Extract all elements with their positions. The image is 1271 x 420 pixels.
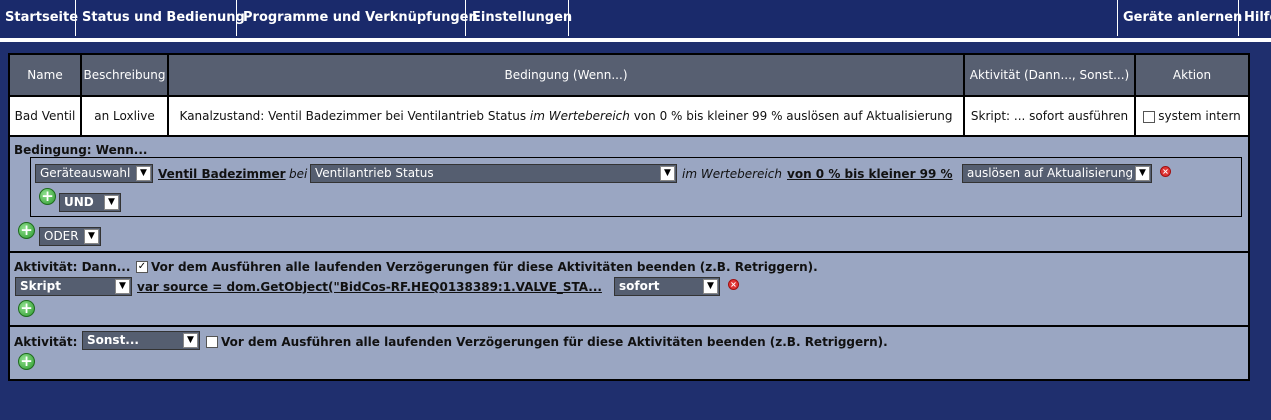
else-retrigger-checkbox[interactable] xyxy=(206,336,218,348)
header-activity: Aktivität (Dann..., Sonst...) xyxy=(965,55,1136,95)
at-text: bei xyxy=(289,167,308,181)
nav-einstellungen[interactable]: Einstellungen xyxy=(467,0,572,36)
nav-startseite[interactable]: Startseite xyxy=(0,0,78,36)
condition-summary-part2: von 0 % bis kleiner 99 % auslösen auf Ak… xyxy=(629,109,953,123)
chevron-down-icon: ▼ xyxy=(660,166,675,181)
then-type-select[interactable]: Skript ▼ xyxy=(15,277,132,296)
nav-programme[interactable]: Programme und Verknüpfungen xyxy=(238,0,478,36)
program-condition-summary: Kanalzustand: Ventil Badezimmer bei Vent… xyxy=(169,97,965,135)
divider xyxy=(10,251,1248,253)
then-retrigger-label: Vor dem Ausführen alle laufenden Verzöge… xyxy=(151,260,818,274)
divider xyxy=(10,325,1248,327)
nav-hilfe[interactable]: Hilfe xyxy=(1238,0,1271,36)
divider xyxy=(10,135,1248,137)
script-link[interactable]: var source = dom.GetObject("BidCos-RF.HE… xyxy=(137,280,602,294)
then-title: Aktivität: Dann... xyxy=(14,260,131,274)
remove-condition-icon[interactable]: × xyxy=(1160,166,1171,177)
program-description[interactable]: an Loxlive xyxy=(82,97,169,135)
program-editor: Name Beschreibung Bedingung (Wenn...) Ak… xyxy=(8,53,1250,381)
condition-title: Bedingung: Wenn... xyxy=(14,143,148,157)
else-retrigger-label: Vor dem Ausführen alle laufenden Verzöge… xyxy=(221,335,888,349)
add-and-condition-icon[interactable]: + xyxy=(39,188,56,205)
range-link[interactable]: von 0 % bis kleiner 99 % xyxy=(787,167,953,181)
chevron-down-icon: ▼ xyxy=(84,229,99,244)
header-name: Name xyxy=(10,55,82,95)
else-title: Aktivität: xyxy=(14,335,78,349)
nav-geraete-anlernen[interactable]: Geräte anlernen xyxy=(1117,0,1242,36)
chevron-down-icon: ▼ xyxy=(104,195,119,210)
add-then-activity-icon[interactable]: + xyxy=(18,300,35,317)
add-or-condition-icon[interactable]: + xyxy=(18,222,35,239)
chevron-down-icon: ▼ xyxy=(115,279,130,294)
nav-status-und-bedienung[interactable]: Status und Bedienung xyxy=(77,0,245,36)
condition-summary-part1: Kanalzustand: Ventil Badezimmer bei Vent… xyxy=(179,109,530,123)
and-select[interactable]: UND ▼ xyxy=(59,193,121,212)
program-activity-summary: Skript: ... sofort ausführen xyxy=(965,97,1136,135)
range-text: im Wertebereich xyxy=(682,167,782,181)
chevron-down-icon: ▼ xyxy=(1135,166,1150,181)
parameter-select[interactable]: Ventilantrieb Status ▼ xyxy=(310,164,677,183)
or-select[interactable]: ODER ▼ xyxy=(39,227,101,246)
chevron-down-icon: ▼ xyxy=(136,166,151,181)
program-action: system intern xyxy=(1136,97,1248,135)
add-else-activity-icon[interactable]: + xyxy=(18,353,35,370)
nav-divider xyxy=(0,38,1271,42)
trigger-select[interactable]: auslösen auf Aktualisierung ▼ xyxy=(962,164,1152,183)
top-nav: Startseite Status und Bedienung Programm… xyxy=(0,0,1271,38)
device-link[interactable]: Ventil Badezimmer xyxy=(158,167,286,181)
remove-activity-icon[interactable]: × xyxy=(728,279,739,290)
system-intern-checkbox[interactable] xyxy=(1143,111,1156,123)
else-select[interactable]: Sonst... ▼ xyxy=(82,331,200,350)
then-retrigger-checkbox[interactable]: ✓ xyxy=(136,261,148,273)
chevron-down-icon: ▼ xyxy=(703,279,718,294)
device-select[interactable]: Geräteauswahl ▼ xyxy=(35,164,153,183)
header-description: Beschreibung xyxy=(82,55,169,95)
then-timing-select[interactable]: sofort ▼ xyxy=(614,277,720,296)
condition-summary-range: im Wertebereich xyxy=(529,109,630,123)
chevron-down-icon: ▼ xyxy=(183,333,198,348)
program-name[interactable]: Bad Ventil xyxy=(10,97,82,135)
header-action: Aktion xyxy=(1136,55,1248,95)
header-condition: Bedingung (Wenn...) xyxy=(169,55,965,95)
system-intern-label: system intern xyxy=(1158,109,1241,123)
